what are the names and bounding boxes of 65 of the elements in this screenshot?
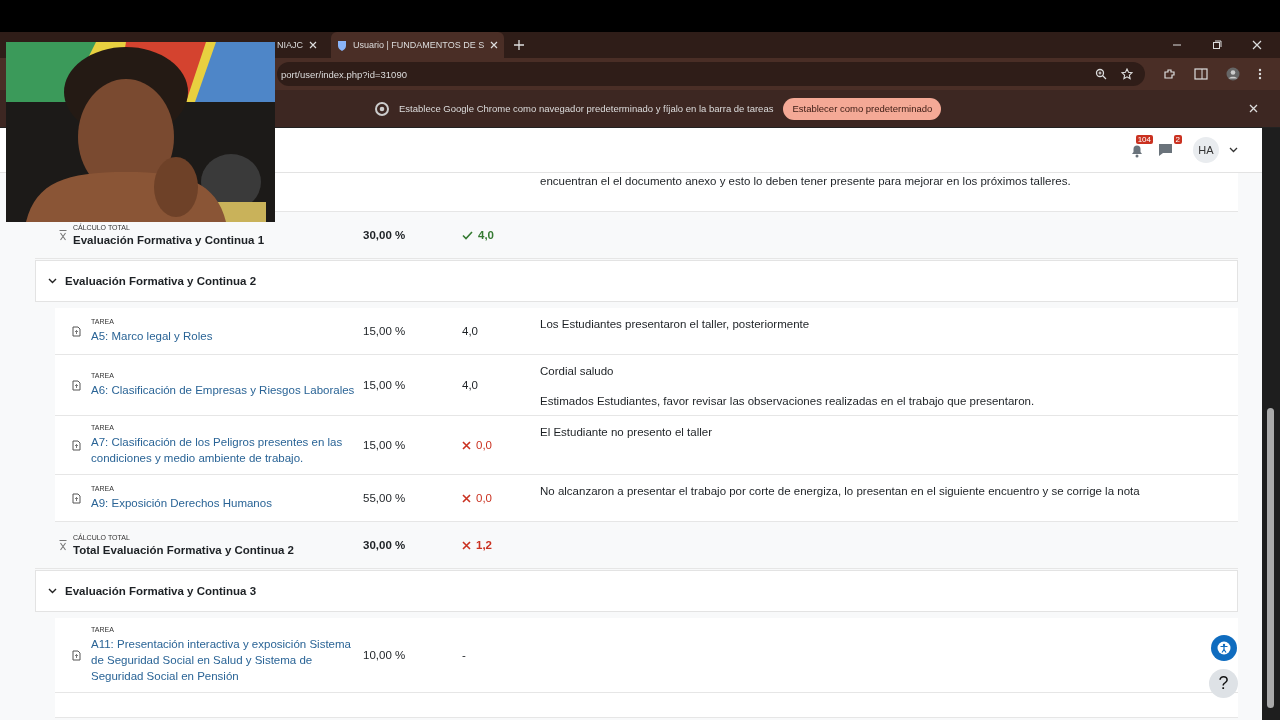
scrollbar-thumb[interactable] <box>1267 408 1274 708</box>
address-bar[interactable]: port/user/index.php?id=31090 <box>277 62 1145 86</box>
chevron-icon[interactable] <box>48 588 57 594</box>
weight-cell-text: 55,00 % <box>363 492 407 504</box>
cross-icon <box>462 540 471 550</box>
infobar-message: Establece Google Chrome como navegador predeterminado y fíjalo en la barra de tareas <box>399 103 774 114</box>
feedback-text: Los Estudiantes presentaron el taller, posteriormente <box>540 318 811 330</box>
message-count: 2 <box>1173 135 1182 144</box>
assignment-link[interactable]: A11: Presentación interactiva y exposición Sistema de Seguridad Social en Salud y Sistema de Seguridad Social en Pensión <box>91 636 363 684</box>
zoom-icon[interactable] <box>1095 68 1107 80</box>
puzzle-icon[interactable] <box>1163 67 1176 81</box>
assignment-icon <box>72 325 81 337</box>
weight-cell-text: 15,00 % <box>363 325 407 337</box>
grade-cell-text: - <box>462 649 467 661</box>
feedback-text: Estimados Estudiantes, favor revisar las observaciones realizadas en el trabajo que presentaron. <box>540 395 1036 407</box>
grade-cell-text: 4,0 <box>462 325 479 337</box>
assignment-icon <box>72 379 81 391</box>
sidebar-icon[interactable] <box>1194 68 1208 80</box>
close-icon[interactable] <box>1252 40 1262 50</box>
feedback-text: No alcanzaron a presentar el trabajo por corte de energiza, lo presentan en el siguiente encuentro y se corrige la nota <box>540 485 1141 497</box>
user-avatar[interactable]: HA <box>1193 137 1219 163</box>
chrome-icon <box>375 101 389 116</box>
assignment-icon <box>72 649 81 661</box>
weight-cell-text: 30,00 % <box>363 539 407 551</box>
feedback-text: Cordial saludo <box>540 365 615 377</box>
total-name: Total Evaluación Formativa y Continua 2 <box>73 544 295 556</box>
total-name: Evaluación Formativa y Continua 1 <box>73 234 266 246</box>
grade-cell: 0,0 <box>462 492 540 504</box>
feedback-text: encuentran el el documento anexo y esto lo deben tener presente para mejorar en los próximos talleres. <box>540 175 1072 187</box>
grade-cell: 4,0 <box>462 229 540 241</box>
weight-cell-text: 30,00 % <box>363 229 407 241</box>
close-icon[interactable] <box>309 41 317 49</box>
shield-icon <box>337 39 347 51</box>
caret-icon[interactable] <box>1229 147 1238 153</box>
weight-cell-text: 10,00 % <box>363 649 407 661</box>
chat-icon[interactable] <box>1158 143 1173 157</box>
category-header[interactable]: Evaluación Formativa y Continua 2 <box>35 260 1238 302</box>
browser-tab[interactable]: NIAJC <box>277 32 323 58</box>
new-tab-icon[interactable] <box>514 40 525 50</box>
browser-tab[interactable]: Usuario | FUNDAMENTOS DE S <box>331 32 505 58</box>
assignment-link[interactable]: A7: Clasificación de los Peligros presentes en las condiciones y medio ambiente de trabajo. <box>91 434 363 466</box>
chevron-icon[interactable] <box>48 278 57 284</box>
close-icon[interactable] <box>1249 104 1258 113</box>
close-icon[interactable] <box>490 41 499 49</box>
feedback-text: El Estudiante no presento el taller <box>540 426 713 438</box>
restore-icon[interactable] <box>1212 40 1222 50</box>
grade-cell-text: 4,0 <box>462 379 479 391</box>
grade-cell: 0,0 <box>462 439 540 451</box>
notification-count: 104 <box>1135 134 1153 144</box>
cross-icon <box>462 493 471 503</box>
profile-icon[interactable] <box>1226 67 1240 81</box>
cross-icon <box>462 440 471 450</box>
assignment-link[interactable]: A6: Clasificación de Empresas y Riesgos Laborales <box>91 382 363 398</box>
weight-cell-text: 15,00 % <box>363 379 407 391</box>
assignment-link[interactable]: A9: Exposición Derechos Humanos <box>91 495 363 511</box>
assignment-icon <box>72 439 81 451</box>
more-icon[interactable] <box>1258 68 1262 80</box>
check-icon <box>462 230 473 240</box>
category-header[interactable]: Evaluación Formativa y Continua 3 <box>35 570 1238 612</box>
set-default-button[interactable]: Establecer como predeterminado <box>783 97 942 120</box>
star-icon[interactable] <box>1121 68 1133 80</box>
grade-cell: 1,2 <box>462 539 540 551</box>
assignment-icon <box>72 492 81 504</box>
weight-cell-text: 15,00 % <box>363 439 407 451</box>
assignment-link[interactable]: A5: Marco legal y Roles <box>91 328 363 344</box>
